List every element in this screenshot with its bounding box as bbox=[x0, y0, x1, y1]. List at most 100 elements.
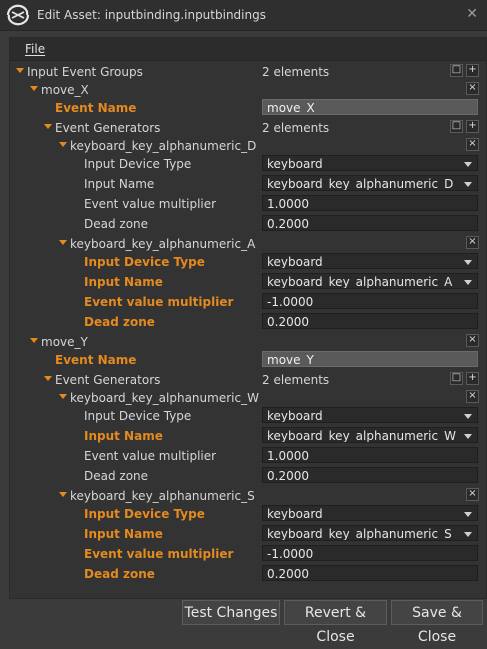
dead-zone-row: Dead zone 0.2000 bbox=[10, 466, 486, 486]
collapse-arrow-icon[interactable] bbox=[59, 394, 67, 399]
chevron-down-icon bbox=[464, 182, 472, 187]
collapse-arrow-icon[interactable] bbox=[30, 86, 38, 91]
remove-group-button[interactable]: × bbox=[466, 334, 479, 347]
title-bar: Edit Asset: inputbinding.inputbindings ✕ bbox=[0, 0, 487, 31]
device-type-dropdown[interactable]: keyboard bbox=[262, 253, 478, 269]
device-type-label: Input Device Type bbox=[84, 409, 192, 423]
dead-zone-field[interactable]: 0.2000 bbox=[262, 565, 478, 581]
device-type-dropdown[interactable]: keyboard bbox=[262, 505, 478, 521]
multiplier-field[interactable]: 1.0000 bbox=[262, 447, 478, 463]
multiplier-label: Event value multiplier bbox=[84, 295, 234, 309]
input-name-dropdown[interactable]: keyboard_key_alphanumeric_D bbox=[262, 175, 478, 191]
multiplier-row: Event value multiplier -1.0000 bbox=[10, 292, 486, 312]
test-changes-button[interactable]: Test Changes bbox=[182, 600, 280, 625]
event-name-label: Event Name bbox=[55, 353, 137, 367]
event-generators-row: Event Generators 2 elements □ + bbox=[10, 118, 486, 138]
window-title: Edit Asset: inputbinding.inputbindings bbox=[37, 8, 266, 22]
device-type-value: keyboard bbox=[267, 507, 323, 521]
generators-count: 2 elements bbox=[262, 121, 330, 135]
multiplier-field[interactable]: -1.0000 bbox=[262, 545, 478, 561]
input-event-groups-row: Input Event Groups 2 elements □ + bbox=[10, 62, 486, 82]
multiplier-row: Event value multiplier -1.0000 bbox=[10, 544, 486, 564]
event-name-field[interactable]: move_Y bbox=[262, 351, 478, 367]
multiplier-label: Event value multiplier bbox=[84, 547, 234, 561]
input-name-label: Input Name bbox=[84, 177, 155, 191]
dead-zone-label: Dead zone bbox=[84, 567, 155, 581]
input-name-row: Input Name keyboard_key_alphanumeric_D bbox=[10, 174, 486, 194]
dead-zone-label: Dead zone bbox=[84, 315, 155, 329]
remove-generator-button[interactable]: × bbox=[466, 390, 479, 403]
save-close-button[interactable]: Save & Close bbox=[391, 600, 483, 645]
device-type-row: Input Device Type keyboard bbox=[10, 154, 486, 174]
dead-zone-field[interactable]: 0.2000 bbox=[262, 467, 478, 483]
dead-zone-field[interactable]: 0.2000 bbox=[262, 215, 478, 231]
collapse-arrow-icon[interactable] bbox=[16, 68, 24, 73]
revert-close-button[interactable]: Revert & Close bbox=[284, 600, 387, 645]
event-generators-label: Event Generators bbox=[55, 121, 161, 135]
collapse-arrow-icon[interactable] bbox=[44, 124, 52, 129]
event-generators-label: Event Generators bbox=[55, 373, 161, 387]
chevron-down-icon bbox=[464, 512, 472, 517]
add-generator-button[interactable]: + bbox=[466, 372, 479, 385]
dead-zone-field[interactable]: 0.2000 bbox=[262, 313, 478, 329]
asset-editor-panel: File Input Event Groups 2 elements □ + m… bbox=[9, 37, 487, 599]
engine-logo-icon bbox=[6, 4, 30, 26]
chevron-down-icon bbox=[464, 162, 472, 167]
generator-row: keyboard_key_alphanumeric_A × bbox=[10, 234, 486, 254]
chevron-down-icon bbox=[464, 532, 472, 537]
remove-generator-button[interactable]: × bbox=[466, 488, 479, 501]
collapse-arrow-icon[interactable] bbox=[59, 240, 67, 245]
device-type-row: Input Device Type keyboard bbox=[10, 504, 486, 524]
multiplier-row: Event value multiplier 1.0000 bbox=[10, 446, 486, 466]
input-event-groups-label: Input Event Groups bbox=[27, 65, 143, 79]
input-name-label: Input Name bbox=[84, 275, 163, 289]
group-name: move_X bbox=[41, 83, 89, 97]
device-type-value: keyboard bbox=[267, 409, 323, 423]
input-name-row: Input Name keyboard_key_alphanumeric_A bbox=[10, 272, 486, 292]
generator-name: keyboard_key_alphanumeric_S bbox=[70, 489, 255, 503]
generator-row: keyboard_key_alphanumeric_S × bbox=[10, 486, 486, 506]
device-type-dropdown[interactable]: keyboard bbox=[262, 407, 478, 423]
close-icon[interactable]: ✕ bbox=[466, 6, 478, 22]
device-type-value: keyboard bbox=[267, 255, 323, 269]
input-name-value: keyboard_key_alphanumeric_S bbox=[267, 527, 452, 541]
input-name-row: Input Name keyboard_key_alphanumeric_W bbox=[10, 426, 486, 446]
multiplier-field[interactable]: -1.0000 bbox=[262, 293, 478, 309]
input-name-label: Input Name bbox=[84, 527, 163, 541]
group-name: move_Y bbox=[41, 335, 88, 349]
input-name-value: keyboard_key_alphanumeric_W bbox=[267, 429, 456, 443]
multiplier-label: Event value multiplier bbox=[84, 449, 217, 463]
multiplier-field[interactable]: 1.0000 bbox=[262, 195, 478, 211]
remove-group-button[interactable]: × bbox=[466, 82, 479, 95]
collapse-arrow-icon[interactable] bbox=[59, 492, 67, 497]
remove-generator-button[interactable]: × bbox=[466, 138, 479, 151]
menu-file[interactable]: File bbox=[25, 42, 45, 56]
device-type-value: keyboard bbox=[267, 157, 323, 171]
input-name-label: Input Name bbox=[84, 429, 163, 443]
generators-count: 2 elements bbox=[262, 373, 330, 387]
device-type-dropdown[interactable]: keyboard bbox=[262, 155, 478, 171]
remove-generator-button[interactable]: × bbox=[466, 236, 479, 249]
dead-zone-label: Dead zone bbox=[84, 217, 149, 231]
device-type-row: Input Device Type keyboard bbox=[10, 252, 486, 272]
dead-zone-row: Dead zone 0.2000 bbox=[10, 564, 486, 584]
chevron-down-icon bbox=[464, 414, 472, 419]
clear-generators-button[interactable]: □ bbox=[450, 120, 463, 133]
collapse-arrow-icon[interactable] bbox=[44, 376, 52, 381]
collapse-arrow-icon[interactable] bbox=[30, 338, 38, 343]
add-group-button[interactable]: + bbox=[466, 64, 479, 77]
groups-count: 2 elements bbox=[262, 65, 330, 79]
input-name-dropdown[interactable]: keyboard_key_alphanumeric_S bbox=[262, 525, 478, 541]
event-name-row: Event Name move_Y bbox=[10, 350, 486, 370]
clear-generators-button[interactable]: □ bbox=[450, 372, 463, 385]
input-name-row: Input Name keyboard_key_alphanumeric_S bbox=[10, 524, 486, 544]
collapse-arrow-icon[interactable] bbox=[59, 142, 67, 147]
device-type-label: Input Device Type bbox=[84, 255, 205, 269]
input-name-dropdown[interactable]: keyboard_key_alphanumeric_A bbox=[262, 273, 478, 289]
event-name-field[interactable]: move_X bbox=[262, 99, 478, 115]
clear-groups-button[interactable]: □ bbox=[450, 64, 463, 77]
multiplier-label: Event value multiplier bbox=[84, 197, 217, 211]
input-name-dropdown[interactable]: keyboard_key_alphanumeric_W bbox=[262, 427, 478, 443]
dead-zone-label: Dead zone bbox=[84, 469, 149, 483]
add-generator-button[interactable]: + bbox=[466, 120, 479, 133]
